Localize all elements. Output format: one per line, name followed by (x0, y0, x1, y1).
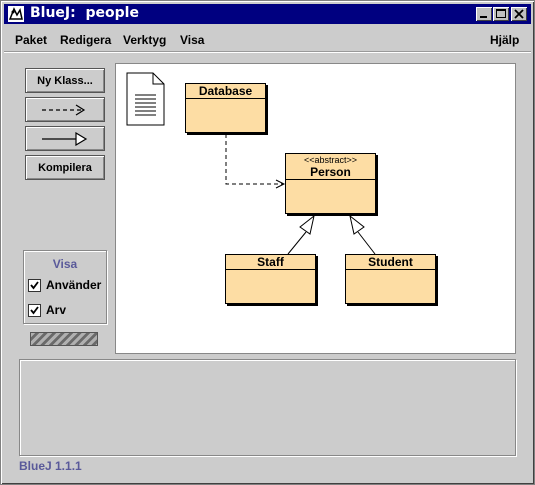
package-readme-icon[interactable] (126, 72, 166, 126)
close-button[interactable] (511, 7, 527, 21)
class-person[interactable]: <<abstract>> Person (285, 153, 376, 214)
uses-checkbox-row[interactable]: Använder (28, 278, 101, 292)
menu-paket[interactable]: Paket (15, 33, 47, 47)
inheritance-checkbox[interactable] (28, 303, 41, 317)
class-student[interactable]: Student (345, 254, 436, 304)
inheritance-arrow-button[interactable] (25, 126, 105, 151)
compile-button[interactable]: Kompilera (25, 155, 105, 180)
class-person-name: Person (286, 165, 375, 180)
class-student-name: Student (346, 255, 435, 270)
class-staff-name: Staff (226, 255, 315, 270)
class-diagram-canvas[interactable]: Database <<abstract>> Person Staff Stude… (115, 63, 516, 354)
title-bar[interactable]: BlueJ: people (4, 4, 531, 24)
bluej-app-icon[interactable] (8, 6, 24, 22)
inheritance-checkbox-label: Arv (46, 303, 67, 317)
student-inheritance-head (349, 214, 365, 235)
menu-hjalp[interactable]: Hjälp (490, 33, 519, 47)
class-database-name: Database (186, 84, 265, 99)
inheritance-checkbox-row[interactable]: Arv (28, 303, 66, 317)
menu-bar: Paket Redigera Verktyg Visa Hjälp (4, 25, 531, 52)
staff-inheritance-line (287, 231, 307, 255)
view-options-title: Visa (52, 257, 78, 271)
window-title: BlueJ: people (30, 5, 139, 21)
status-bar-text: BlueJ 1.1.1 (19, 459, 82, 473)
menu-verktyg[interactable]: Verktyg (123, 33, 166, 47)
checkmark-icon (30, 280, 39, 289)
uses-checkbox[interactable] (28, 278, 41, 292)
object-bench[interactable] (19, 359, 516, 456)
uses-arrow-button[interactable] (25, 97, 105, 122)
dashed-arrow-icon (42, 103, 86, 116)
maximize-button[interactable] (493, 7, 509, 21)
menu-redigera[interactable]: Redigera (60, 33, 111, 47)
new-class-button[interactable]: Ny Klass... (25, 68, 105, 93)
checkmark-icon (30, 305, 39, 314)
uses-arrow (225, 134, 284, 185)
bluej-window: BlueJ: people Paket Redigera Verktyg Vis… (0, 0, 535, 485)
menu-visa[interactable]: Visa (180, 33, 204, 47)
activity-indicator-fill (31, 333, 97, 345)
minimize-button[interactable] (476, 7, 492, 21)
uses-checkbox-label: Använder (46, 278, 102, 292)
class-staff[interactable]: Staff (225, 254, 316, 304)
student-inheritance-line (357, 231, 376, 255)
class-person-stereotype: <<abstract>> (303, 155, 358, 165)
class-database[interactable]: Database (185, 83, 266, 133)
staff-inheritance-head (299, 214, 315, 235)
machine-activity-indicator (30, 332, 98, 346)
inheritance-arrow-icon (42, 131, 88, 146)
view-options-panel: Visa Använder Arv (23, 250, 107, 324)
